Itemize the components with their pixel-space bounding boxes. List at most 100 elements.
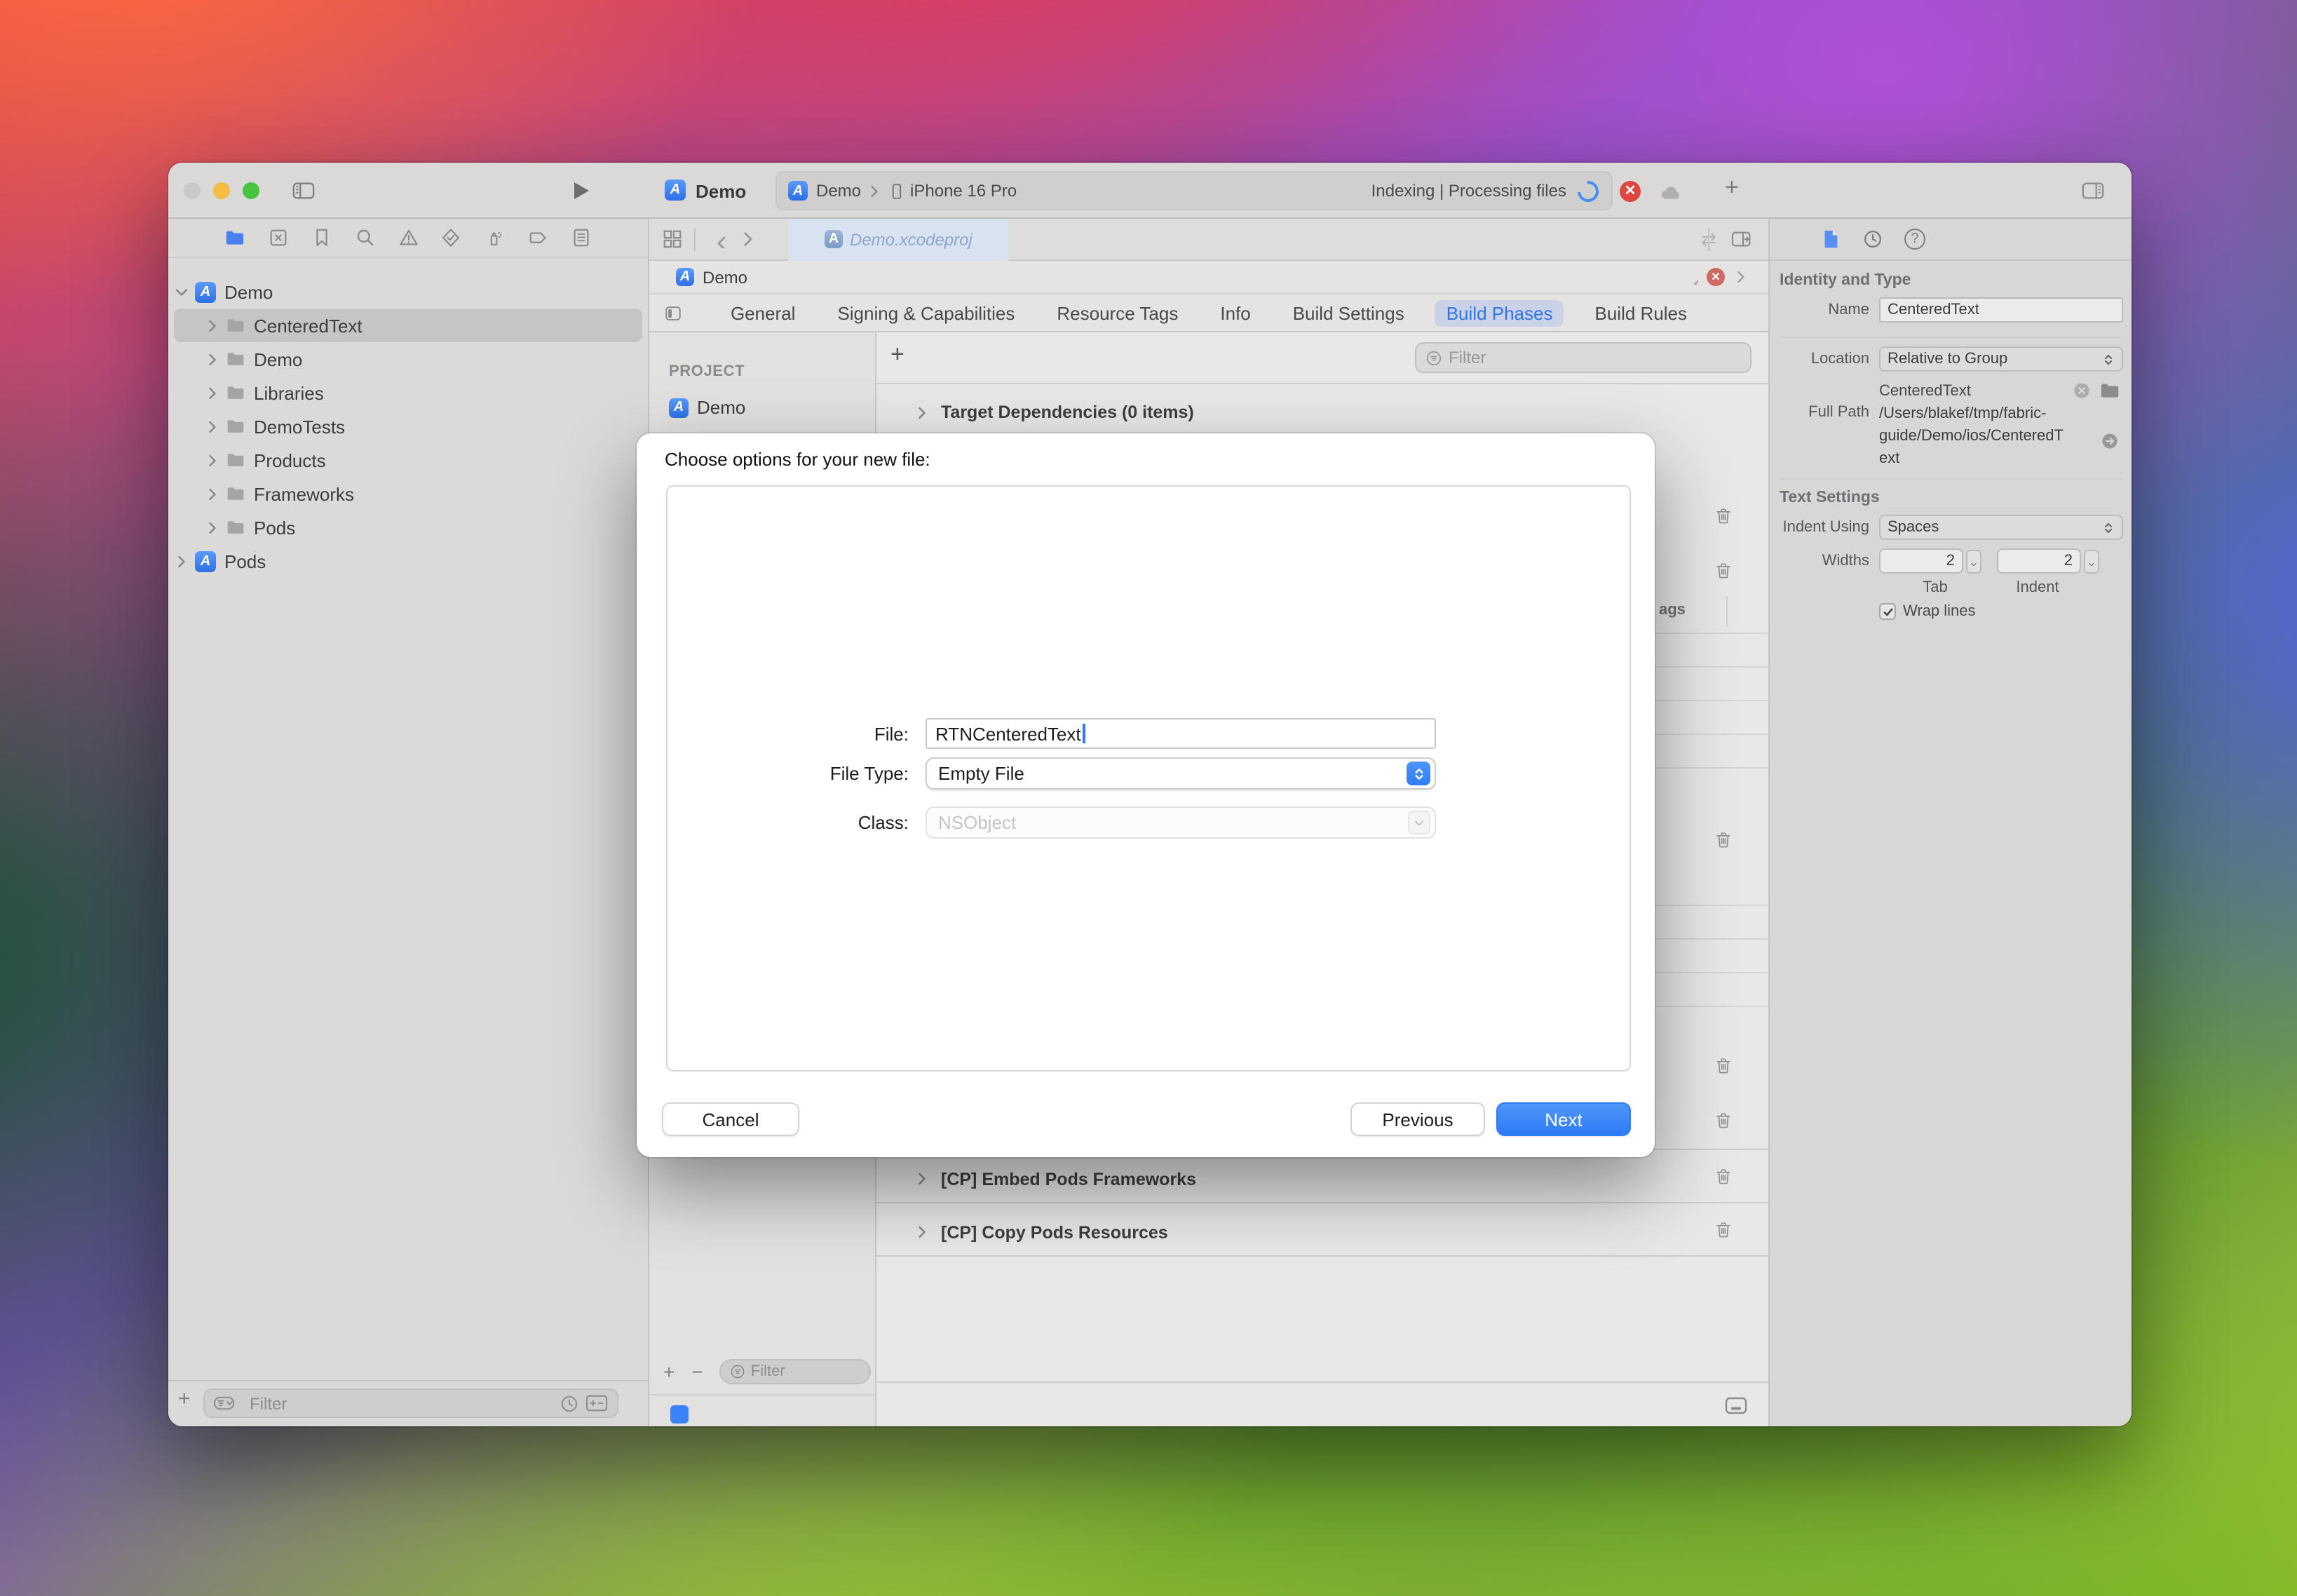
disclosure-icon[interactable] [205,318,220,333]
project-list-item-demo[interactable]: A Demo [669,397,745,418]
issue-badge[interactable]: ✕ [1707,268,1725,286]
sidebar-item-demotests[interactable]: DemoTests [174,410,642,443]
tab-build-settings[interactable]: Build Settings [1282,299,1416,326]
report-navigator-icon[interactable] [571,227,592,248]
zoom-button[interactable] [243,182,259,199]
editor-options-icon[interactable] [1723,1394,1749,1416]
tab-width-stepper[interactable] [1966,549,1981,573]
scheme-name[interactable]: Demo [816,181,861,201]
run-button[interactable] [572,181,590,201]
tab-signing-capabilities[interactable]: Signing & Capabilities [826,299,1026,326]
toggle-inspector-icon[interactable] [2081,180,2105,202]
tab-build-rules[interactable]: Build Rules [1584,299,1699,326]
error-count-badge[interactable]: ✕ [1620,181,1641,202]
jump-bar-item[interactable]: Demo [703,267,747,287]
document-tab[interactable]: A Demo.xcodeproj [788,218,1009,260]
add-button[interactable]: + [1725,174,1739,202]
delete-phase-icon[interactable] [1714,1167,1733,1186]
clear-location-icon[interactable] [2073,381,2091,400]
sidebar-item-pods-folder[interactable]: Pods [174,510,642,544]
quick-help-inspector-icon[interactable]: ? [1904,229,1925,250]
sidebar-item-demo-folder[interactable]: Demo [174,342,642,376]
choose-folder-icon[interactable] [2099,380,2120,401]
delete-phase-icon[interactable] [1714,830,1733,850]
tab-build-phases[interactable]: Build Phases [1435,299,1564,326]
previous-issue-icon[interactable] [1683,269,1698,285]
sidebar-item-frameworks[interactable]: Frameworks [174,477,642,510]
filter-scope-icon[interactable] [585,1393,609,1414]
test-navigator-icon[interactable] [441,227,462,248]
sidebar-item-libraries[interactable]: Libraries [174,376,642,410]
stepper-up-icon[interactable] [1969,554,1979,561]
stepper-down-icon[interactable] [1969,561,1979,568]
bookmarks-navigator-icon[interactable] [311,227,332,248]
sidebar-item-centeredtext[interactable]: CenteredText [174,309,642,342]
disclosure-icon[interactable] [174,553,189,569]
location-popup[interactable]: Relative to Group [1879,346,2123,372]
add-target-button[interactable]: + [663,1360,675,1383]
toggle-navigator-icon[interactable] [292,180,316,202]
tab-resource-tags[interactable]: Resource Tags [1045,299,1189,326]
indent-width-field[interactable]: 2 [1997,548,2081,574]
disclosure-icon[interactable] [205,486,220,501]
indent-width-stepper[interactable] [2084,549,2099,573]
activity-status[interactable]: Indexing | Processing files [1371,181,1566,201]
reveal-path-icon[interactable] [2101,432,2119,450]
phase-copy-pods[interactable]: [CP] Copy Pods Resources [914,1210,1168,1254]
history-inspector-icon[interactable] [1862,229,1883,250]
file-type-popup[interactable]: Empty File [926,757,1436,790]
disclosure-icon[interactable] [205,419,220,434]
phases-filter-field[interactable]: Filter [1415,342,1751,373]
phase-embed-pods[interactable]: [CP] Embed Pods Frameworks [914,1157,1196,1201]
toggle-project-list-icon[interactable] [663,304,683,323]
delete-phase-icon[interactable] [1714,1056,1733,1076]
disclosure-icon[interactable] [205,385,220,400]
sidebar-item-products[interactable]: Products [174,443,642,477]
source-control-icon[interactable] [268,227,289,248]
related-items-icon[interactable] [662,229,683,250]
file-inspector-icon[interactable] [1820,229,1841,250]
file-name-input[interactable]: RTNCenteredText [926,718,1436,749]
sidebar-item-pods-project[interactable]: A Pods [174,544,642,578]
minimize-button[interactable] [213,182,230,199]
phase-target-dependencies[interactable]: Target Dependencies (0 items) [914,391,1194,433]
add-file-button[interactable]: + [178,1387,191,1411]
next-issue-icon[interactable] [1733,269,1749,285]
debug-navigator-icon[interactable] [485,227,506,248]
disclosure-icon[interactable] [914,1171,930,1186]
name-field[interactable]: CenteredText [1879,297,2123,323]
delete-phase-icon[interactable] [1714,1111,1733,1130]
disclosure-icon[interactable] [174,284,189,299]
stepper-down-icon[interactable] [2087,561,2096,568]
disclosure-icon[interactable] [205,351,220,367]
next-button[interactable]: Next [1496,1102,1631,1136]
tab-general[interactable]: General [719,299,807,326]
close-button[interactable] [184,182,201,199]
project-navigator-icon[interactable] [224,227,245,248]
cancel-button[interactable]: Cancel [662,1102,799,1136]
recent-files-icon[interactable] [560,1393,579,1413]
remove-target-button[interactable]: − [691,1360,703,1383]
run-destination[interactable]: iPhone 16 Pro [910,181,1017,201]
back-icon[interactable] [708,230,726,248]
issue-navigator-icon[interactable] [398,227,419,248]
breakpoint-navigator-icon[interactable] [527,227,548,248]
tab-info[interactable]: Info [1209,299,1261,326]
delete-phase-icon[interactable] [1714,506,1733,526]
project-list-filter[interactable]: Filter [720,1359,872,1384]
stepper-up-icon[interactable] [2087,554,2096,561]
wrap-lines-checkbox[interactable] [1879,603,1896,620]
sidebar-item-demo-project[interactable]: A Demo [174,275,642,309]
delete-phase-icon[interactable] [1714,1220,1733,1240]
disclosure-icon[interactable] [914,405,930,420]
add-build-phase-button[interactable]: + [890,341,904,369]
navigator-filter-field[interactable]: Filter [203,1388,618,1418]
disclosure-icon[interactable] [914,1224,930,1240]
disclosure-icon[interactable] [205,520,220,535]
delete-phase-icon[interactable] [1714,561,1733,581]
disclosure-icon[interactable] [205,452,220,468]
indent-using-popup[interactable]: Spaces [1879,515,2123,540]
find-navigator-icon[interactable] [354,227,375,248]
cloud-icon[interactable] [1658,182,1686,202]
split-editor-icon[interactable] [1730,229,1754,250]
